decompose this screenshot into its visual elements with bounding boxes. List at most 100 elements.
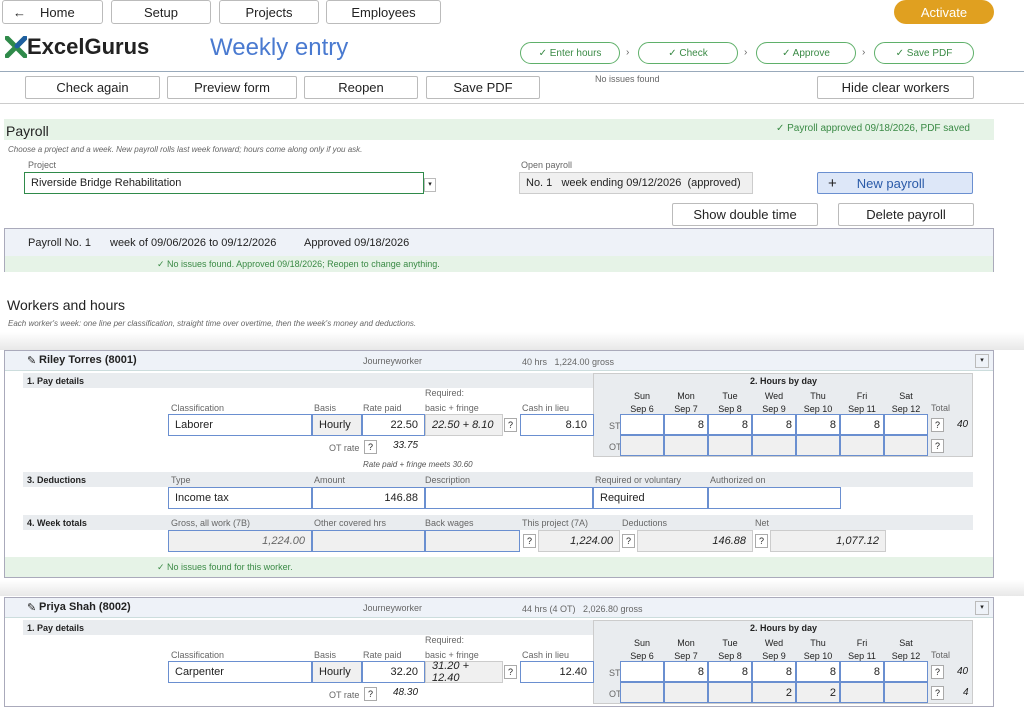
- help-icon[interactable]: ?: [622, 534, 635, 548]
- activate-button[interactable]: Activate: [894, 0, 994, 24]
- st-thu[interactable]: 8: [796, 661, 840, 682]
- reopen-button[interactable]: Reopen: [304, 76, 418, 99]
- help-icon[interactable]: ?: [504, 418, 517, 432]
- cash-in-lieu-field[interactable]: 12.40: [520, 661, 594, 683]
- ot-tue[interactable]: [708, 682, 752, 703]
- required-rate: 31.20 + 12.40: [425, 660, 503, 684]
- step-enter-hours[interactable]: ✓ Enter hours: [520, 42, 620, 64]
- st-wed[interactable]: 8: [752, 661, 796, 682]
- worker-name: Priya Shah (8002): [39, 601, 131, 613]
- toolbar-status: No issues found: [595, 74, 660, 84]
- preview-form-button[interactable]: Preview form: [167, 76, 297, 99]
- home-button[interactable]: ← Home: [2, 0, 103, 24]
- ot-fri[interactable]: [840, 435, 884, 456]
- payroll-heading: Payroll: [6, 123, 49, 139]
- plus-icon: +: [828, 174, 837, 192]
- ot-mon[interactable]: [664, 435, 708, 456]
- step-approve[interactable]: ✓ Approve: [756, 42, 856, 64]
- ot-sun[interactable]: [620, 435, 664, 456]
- chevron-down-icon[interactable]: ▾: [424, 178, 436, 192]
- show-double-time-button[interactable]: Show double time: [672, 203, 818, 226]
- st-tue[interactable]: 8: [708, 661, 752, 682]
- cash-in-lieu-field[interactable]: 8.10: [520, 414, 594, 436]
- summary-status: ✓ No issues found. Approved 09/18/2026; …: [5, 256, 993, 272]
- ot-sat[interactable]: [884, 435, 928, 456]
- pencil-icon[interactable]: ✎: [27, 354, 36, 367]
- hide-clear-workers-button[interactable]: Hide clear workers: [817, 76, 974, 99]
- worker-status: ✓ No issues found for this worker.: [5, 557, 993, 577]
- step-check[interactable]: ✓ Check: [638, 42, 738, 64]
- st-sat[interactable]: [884, 661, 928, 682]
- st-tue[interactable]: 8: [708, 414, 752, 435]
- deduction-description-field[interactable]: [425, 487, 593, 509]
- ot-sat[interactable]: [884, 682, 928, 703]
- st-sun[interactable]: [620, 661, 664, 682]
- basis-field[interactable]: Hourly: [312, 414, 362, 436]
- worker-role: Journeyworker: [363, 603, 423, 613]
- ot-thu[interactable]: [796, 435, 840, 456]
- other-hours-field[interactable]: [312, 530, 425, 552]
- rate-paid-field[interactable]: 22.50: [362, 414, 425, 436]
- worker-card: ✎ Riley Torres (8001) Journeyworker 40 h…: [4, 350, 994, 578]
- help-icon[interactable]: ?: [504, 665, 517, 679]
- worker-hours-summary: 44 hrs (4 OT) 2,026.80 gross: [522, 604, 643, 614]
- st-sat[interactable]: [884, 414, 928, 435]
- st-fri[interactable]: 8: [840, 414, 884, 435]
- back-wages-field[interactable]: [425, 530, 520, 552]
- payroll-number: Payroll No. 1: [28, 237, 91, 249]
- payroll-approved: Approved 09/18/2026: [304, 237, 410, 249]
- st-sun[interactable]: [620, 414, 664, 435]
- help-icon[interactable]: ?: [755, 534, 768, 548]
- st-thu[interactable]: 8: [796, 414, 840, 435]
- deduction-type-field[interactable]: Income tax: [168, 487, 312, 509]
- help-icon[interactable]: ?: [364, 687, 377, 701]
- classification-field[interactable]: Laborer: [168, 414, 312, 436]
- rate-note: Rate paid + fringe meets 30.60: [363, 460, 473, 469]
- st-total: 40: [957, 666, 969, 677]
- classification-field[interactable]: Carpenter: [168, 661, 312, 683]
- setup-button[interactable]: Setup: [111, 0, 211, 24]
- help-icon[interactable]: ?: [931, 439, 944, 453]
- open-payroll-field[interactable]: No. 1 week ending 09/12/2026 (approved): [519, 172, 753, 194]
- gross-field[interactable]: 1,224.00: [168, 530, 312, 552]
- ot-sun[interactable]: [620, 682, 664, 703]
- page-title: Weekly entry: [210, 34, 349, 61]
- st-mon[interactable]: 8: [664, 661, 708, 682]
- week-totals-heading: 4. Week totals: [23, 515, 973, 530]
- ot-wed[interactable]: [752, 435, 796, 456]
- rate-paid-field[interactable]: 32.20: [362, 661, 425, 683]
- st-wed[interactable]: 8: [752, 414, 796, 435]
- step-save-pdf[interactable]: ✓ Save PDF: [874, 42, 974, 64]
- chevron-down-icon[interactable]: ▾: [975, 354, 989, 368]
- ot-mon[interactable]: [664, 682, 708, 703]
- arrow-left-icon: ←: [13, 4, 26, 20]
- pencil-icon[interactable]: ✎: [27, 601, 36, 614]
- project-select[interactable]: Riverside Bridge Rehabilitation: [24, 172, 424, 194]
- chevron-down-icon[interactable]: ▾: [975, 601, 989, 615]
- check-again-button[interactable]: Check again: [25, 76, 160, 99]
- deduction-authorized-field[interactable]: [708, 487, 841, 509]
- help-icon[interactable]: ?: [364, 440, 377, 454]
- open-payroll-label: Open payroll: [521, 160, 573, 170]
- projects-button[interactable]: Projects: [219, 0, 319, 24]
- basis-field[interactable]: Hourly: [312, 661, 362, 683]
- delete-payroll-button[interactable]: Delete payroll: [838, 203, 974, 226]
- help-icon[interactable]: ?: [931, 665, 944, 679]
- st-mon[interactable]: 8: [664, 414, 708, 435]
- help-icon[interactable]: ?: [523, 534, 536, 548]
- ot-tue[interactable]: [708, 435, 752, 456]
- save-pdf-button[interactable]: Save PDF: [426, 76, 540, 99]
- project-label: Project: [28, 160, 57, 170]
- deduction-amount-field[interactable]: 146.88: [312, 487, 425, 509]
- new-payroll-button[interactable]: + New payroll: [817, 172, 973, 194]
- ot-fri[interactable]: [840, 682, 884, 703]
- chevron-right-icon: ›: [744, 47, 748, 58]
- deduction-required-field[interactable]: Required: [593, 487, 708, 509]
- ot-thu[interactable]: 2: [796, 682, 840, 703]
- ot-wed[interactable]: 2: [752, 682, 796, 703]
- ot-total: 4: [963, 687, 969, 698]
- chevron-right-icon: ›: [862, 47, 866, 58]
- st-fri[interactable]: 8: [840, 661, 884, 682]
- help-icon[interactable]: ?: [931, 418, 944, 432]
- employees-button[interactable]: Employees: [326, 0, 441, 24]
